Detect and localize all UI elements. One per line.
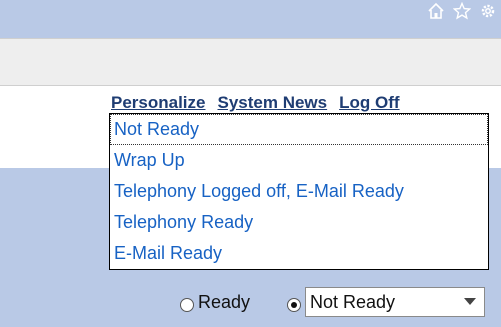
status-option-email-ready[interactable]: E-Mail Ready: [110, 238, 488, 269]
header-links: Personalize System News Log Off: [111, 92, 400, 114]
status-option-telephony-ready[interactable]: Telephony Ready: [110, 207, 488, 238]
status-option-not-ready[interactable]: Not Ready: [110, 114, 488, 145]
ready-label: Ready: [198, 292, 251, 312]
status-dropdown-list: Not Ready Wrap Up Telephony Logged off, …: [109, 113, 489, 270]
not-ready-radio[interactable]: [287, 298, 301, 312]
right-panel-strip: [489, 168, 501, 270]
status-option-telephony-logged-off-email-ready[interactable]: Telephony Logged off, E-Mail Ready: [110, 176, 488, 207]
toolbar-strip: [0, 38, 501, 86]
status-select[interactable]: Not Ready: [305, 287, 485, 317]
chevron-down-icon[interactable]: [456, 288, 484, 316]
browser-icons: [427, 2, 497, 20]
system-news-link[interactable]: System News: [218, 92, 328, 114]
log-off-link[interactable]: Log Off: [339, 92, 399, 114]
browser-top-bar: [0, 0, 501, 38]
left-panel: [0, 168, 109, 270]
gear-icon[interactable]: [479, 2, 497, 20]
home-icon[interactable]: [427, 2, 445, 20]
status-select-value: Not Ready: [310, 292, 396, 312]
personalize-link[interactable]: Personalize: [111, 92, 206, 114]
star-icon[interactable]: [453, 2, 471, 20]
ready-radio[interactable]: [180, 298, 194, 312]
radio-selected-dot: [291, 302, 297, 308]
status-option-wrap-up[interactable]: Wrap Up: [110, 145, 488, 176]
